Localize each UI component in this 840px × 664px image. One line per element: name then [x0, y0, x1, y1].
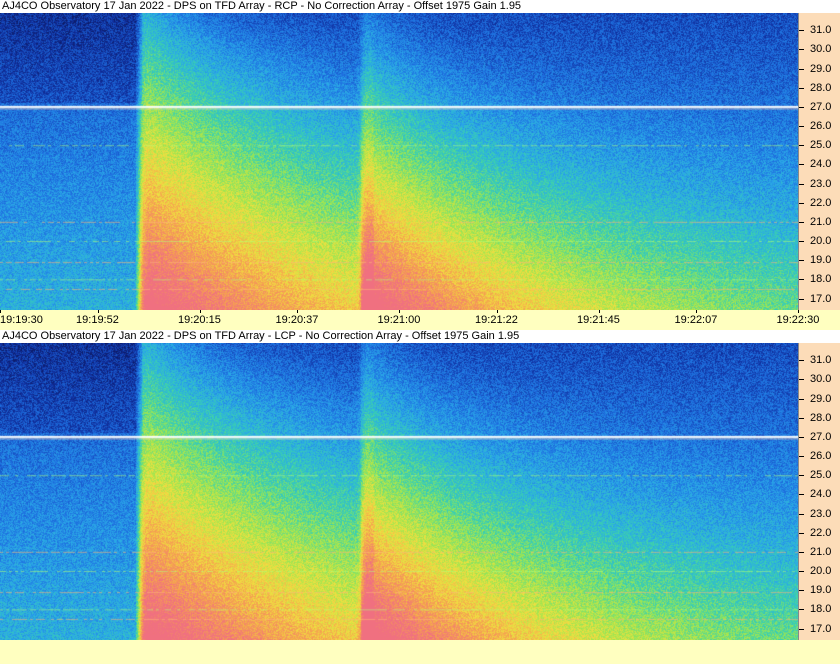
x-tick: [199, 310, 201, 313]
rcp-title: AJ4CO Observatory 17 Jan 2022 - DPS on T…: [0, 0, 800, 13]
y-tick-label: 18.0: [810, 273, 832, 286]
y-tick-label: 24.0: [810, 158, 832, 171]
y-tick-label: 21.0: [810, 545, 832, 558]
y-tick-label: 29.0: [810, 392, 832, 405]
y-tick: [799, 571, 804, 573]
y-tick-label: 28.0: [810, 411, 832, 424]
y-tick-label: 17.0: [810, 292, 832, 305]
y-tick-label: 28.0: [810, 81, 832, 94]
rcp-frequency-axis: 31.0 30.0 29.0 28.0 27.0 26.0 25.0 24.0 23.0 22.0…: [798, 13, 840, 310]
x-tick: [598, 310, 600, 313]
y-tick: [799, 379, 804, 381]
lcp-spectrogram: [0, 343, 798, 640]
y-tick: [799, 436, 804, 438]
lcp-frequency-axis: 31.0 30.0 29.0 28.0 27.0 26.0 25.0 24.0 23.0 22.0…: [798, 343, 840, 640]
x-tick: [399, 310, 400, 313]
y-tick-label: 31.0: [810, 24, 832, 37]
y-tick-label: 27.0: [810, 100, 832, 113]
y-tick: [799, 241, 804, 243]
x-tick-label: 19:19:52: [76, 314, 119, 326]
y-tick-label: 24.0: [810, 488, 832, 501]
y-tick: [799, 398, 804, 400]
y-tick: [799, 513, 804, 515]
y-tick: [799, 360, 804, 362]
y-tick: [799, 260, 804, 262]
y-tick: [799, 494, 804, 496]
rcp-time-axis: 19:19:30 19:19:52 19:20:15 19:20:37 19:21:00…: [0, 310, 840, 330]
y-tick-label: 25.0: [810, 469, 832, 482]
y-tick-label: 30.0: [810, 43, 832, 56]
x-tick-label: 19:21:45: [577, 314, 620, 326]
y-tick: [799, 417, 804, 419]
y-tick-label: 31.0: [810, 354, 832, 367]
y-tick-label: 17.0: [810, 622, 832, 635]
y-tick-label: 22.0: [810, 196, 832, 209]
y-tick-label: 19.0: [810, 584, 832, 597]
x-tick-label: 19:21:22: [475, 314, 518, 326]
y-tick: [799, 456, 804, 458]
y-tick: [799, 87, 804, 89]
rcp-spectrogram-canvas: [0, 13, 798, 310]
y-tick-label: 26.0: [810, 120, 832, 133]
y-tick-label: 19.0: [810, 254, 832, 267]
x-tick: [696, 310, 698, 313]
y-tick-label: 21.0: [810, 215, 832, 228]
y-tick: [799, 609, 804, 611]
y-tick-label: 20.0: [810, 235, 832, 248]
y-tick: [799, 68, 804, 70]
y-tick-label: 22.0: [810, 526, 832, 539]
y-tick: [799, 202, 804, 204]
y-tick-label: 27.0: [810, 430, 832, 443]
y-tick-label: 20.0: [810, 565, 832, 578]
x-tick-label: 19:21:00: [377, 314, 421, 326]
y-tick: [799, 475, 804, 477]
lcp-title: AJ4CO Observatory 17 Jan 2022 - DPS on T…: [0, 330, 800, 343]
y-tick-label: 26.0: [810, 450, 832, 463]
x-tick: [97, 310, 99, 313]
y-tick: [799, 590, 804, 592]
x-tick-label: 19:20:37: [275, 314, 319, 326]
y-tick: [799, 279, 804, 281]
y-tick: [799, 106, 804, 108]
y-tick: [799, 30, 804, 32]
y-tick: [799, 628, 804, 630]
y-tick: [799, 298, 804, 300]
y-tick: [799, 145, 804, 147]
x-tick-label: 19:22:07: [674, 314, 718, 326]
y-tick-label: 25.0: [810, 139, 832, 152]
y-tick-label: 23.0: [810, 507, 832, 520]
y-tick: [799, 126, 804, 128]
lcp-time-axis: [0, 640, 840, 664]
y-tick: [799, 183, 804, 185]
y-tick: [799, 49, 804, 51]
x-tick: [0, 310, 1, 313]
lcp-spectrogram-canvas: [0, 343, 798, 640]
x-tick-label: 19:22:30: [776, 314, 820, 326]
x-tick-label: 19:20:15: [178, 314, 221, 326]
y-tick: [799, 551, 804, 553]
x-tick: [496, 310, 498, 313]
x-tick: [297, 310, 299, 313]
rcp-spectrogram: [0, 13, 798, 310]
y-tick: [799, 532, 804, 534]
y-tick-label: 29.0: [810, 62, 832, 75]
x-tick-label: 19:19:30: [0, 314, 43, 326]
y-tick-label: 18.0: [810, 603, 832, 616]
y-tick: [799, 164, 804, 166]
y-tick-label: 23.0: [810, 177, 832, 190]
y-tick-label: 30.0: [810, 373, 832, 386]
y-tick: [799, 221, 804, 223]
x-tick: [798, 310, 799, 313]
